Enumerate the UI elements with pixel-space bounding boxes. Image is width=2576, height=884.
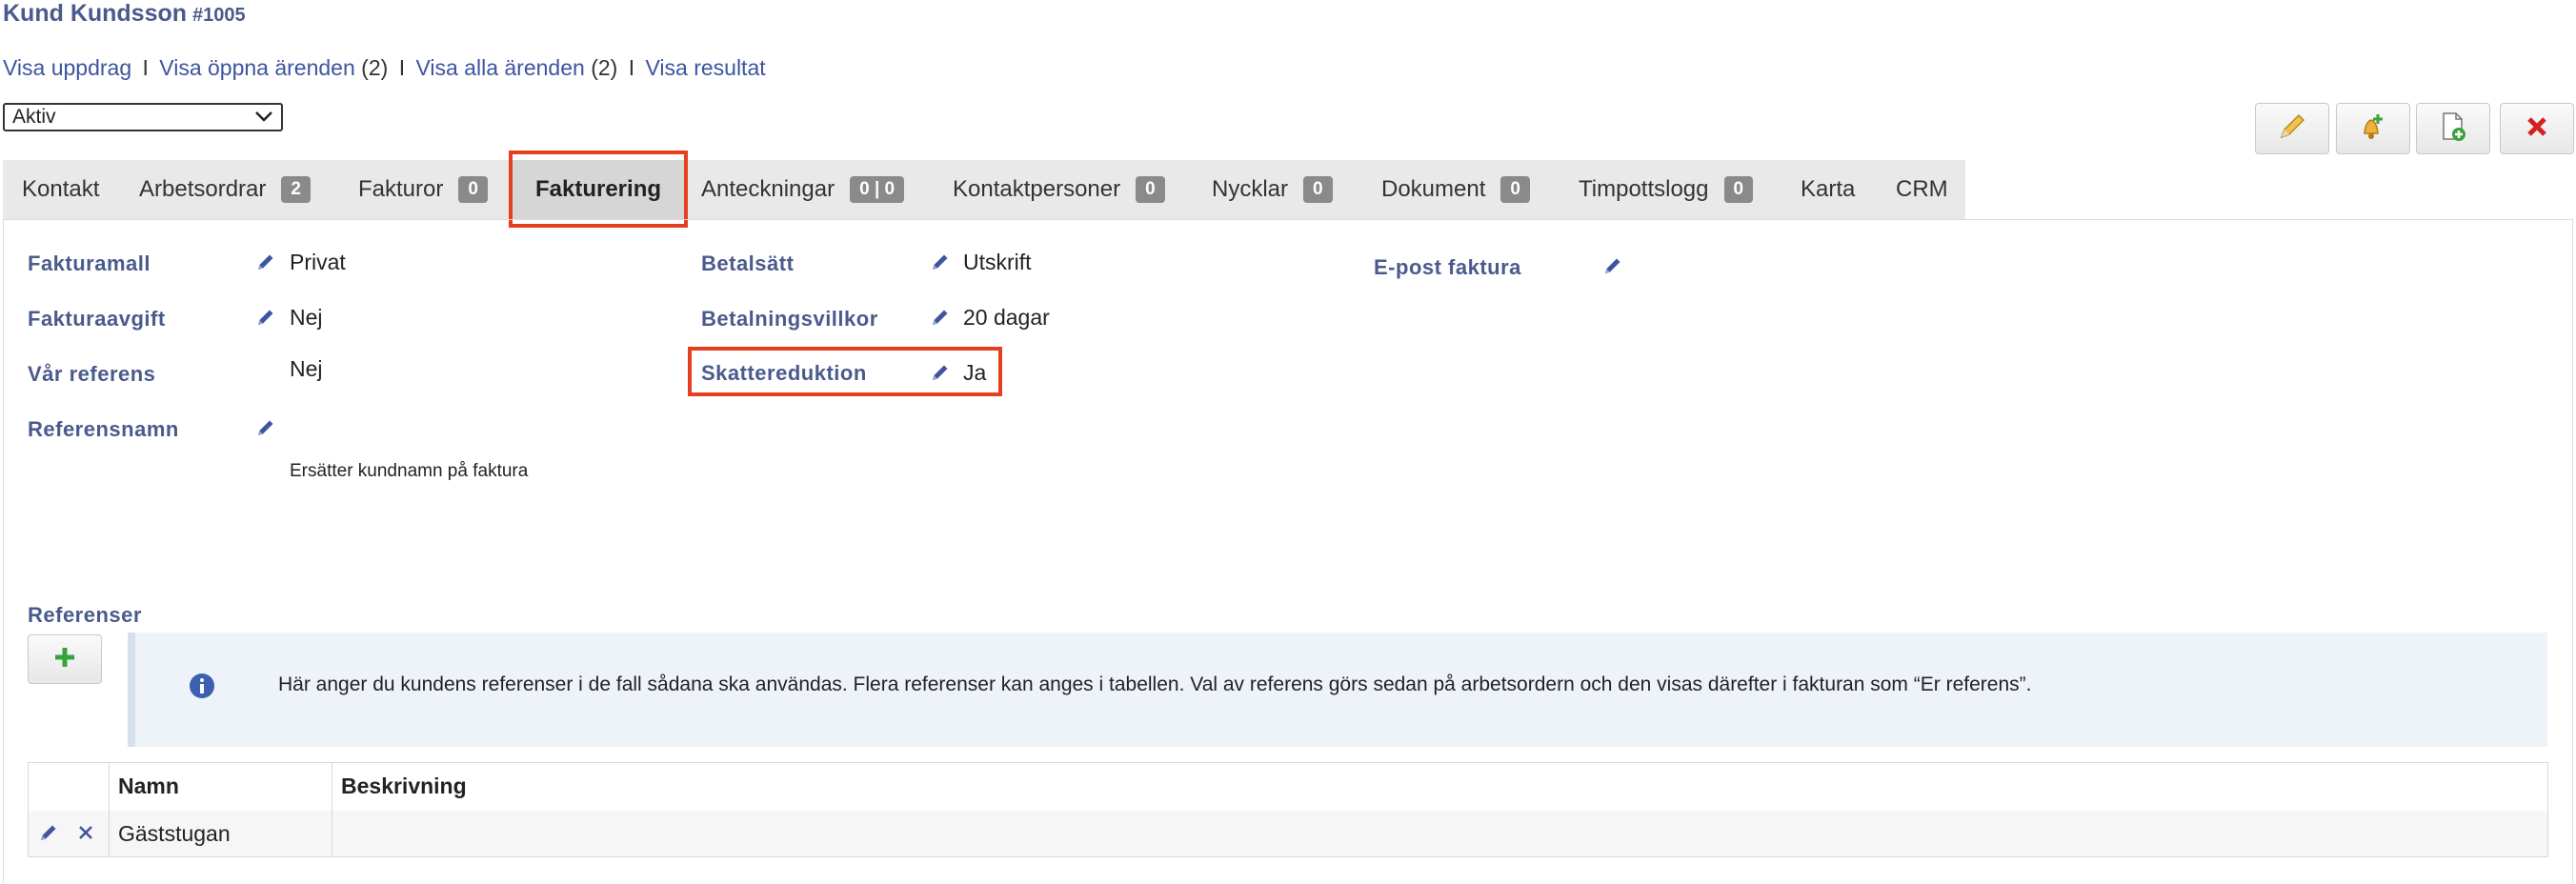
tab-label: Kontaktpersoner [953, 176, 1121, 202]
tab-crm[interactable]: CRM [1896, 160, 1948, 219]
plus-icon [53, 646, 76, 673]
skattereduktion-highlight [688, 347, 1002, 396]
count-badge: 2 [281, 176, 311, 203]
value-fakturamall: Privat [290, 250, 346, 274]
tab-fakturor[interactable]: Fakturor 0 [358, 160, 488, 219]
tab-nycklar[interactable]: Nycklar 0 [1212, 160, 1333, 219]
tab-label: Kontakt [22, 176, 100, 202]
link-visa-alla-arenden[interactable]: Visa alla ärenden [415, 55, 584, 80]
delete-row-icon[interactable] [77, 824, 94, 846]
page-title: Kund Kundsson #1005 [3, 0, 246, 28]
pencil-icon[interactable] [255, 251, 276, 277]
link-separator: I [142, 55, 149, 80]
tab-anteckningar[interactable]: Anteckningar 0 | 0 [701, 160, 905, 219]
oppna-count: (2) [361, 55, 389, 80]
referensnamn-hint: Ersätter kundnamn på faktura [290, 461, 529, 481]
pencil-icon[interactable] [930, 307, 951, 332]
pencil-icon[interactable] [255, 417, 276, 443]
column-header-beskrivning[interactable]: Beskrivning [341, 774, 467, 799]
column-divider [109, 763, 110, 811]
cell-namn: Gäststugan [118, 821, 231, 846]
document-add-icon [2437, 110, 2469, 148]
count-badge: 0 [1500, 176, 1530, 203]
count-badge: 0 [458, 176, 488, 203]
label-epost-faktura: E-post faktura [1374, 255, 1521, 279]
column-header-namn[interactable]: Namn [118, 774, 179, 799]
tab-timpottslogg[interactable]: Timpottslogg 0 [1579, 160, 1754, 219]
count-badge: 0 [1303, 176, 1333, 203]
tab-kontakt[interactable]: Kontakt [22, 160, 99, 219]
link-separator: I [628, 55, 635, 80]
label-fakturamall: Fakturamall [28, 251, 151, 275]
label-betalningsvillkor: Betalningsvillkor [701, 307, 878, 331]
bell-add-icon [2357, 110, 2389, 148]
tab-label: Nycklar [1212, 176, 1289, 202]
status-select[interactable]: Aktiv [3, 103, 283, 131]
chevron-down-icon [254, 108, 273, 128]
link-visa-resultat[interactable]: Visa resultat [645, 55, 765, 80]
close-icon [2525, 114, 2549, 144]
tab-label: Dokument [1381, 176, 1486, 202]
tab-kontaktpersoner[interactable]: Kontaktpersoner 0 [953, 160, 1165, 219]
value-var-referens: Nej [290, 356, 323, 381]
info-icon [189, 673, 215, 704]
new-document-button[interactable] [2416, 103, 2490, 154]
pencil-icon[interactable] [930, 251, 951, 277]
edit-button[interactable] [2255, 103, 2329, 154]
label-referensnamn: Referensnamn [28, 417, 179, 441]
tab-label: Anteckningar [701, 176, 835, 202]
count-badge: 0 [1723, 176, 1754, 203]
active-tab-highlight [509, 151, 688, 228]
tab-label: Timpottslogg [1579, 176, 1709, 202]
value-fakturaavgift: Nej [290, 305, 323, 330]
label-var-referens: Vår referens [28, 362, 156, 386]
pencil-icon[interactable] [38, 822, 59, 848]
count-badge: 0 | 0 [850, 176, 905, 203]
notify-button[interactable] [2336, 103, 2410, 154]
link-visa-uppdrag[interactable]: Visa uppdrag [3, 55, 131, 80]
value-betalsatt: Utskrift [963, 250, 1032, 274]
link-separator: I [398, 55, 406, 80]
add-reference-button[interactable] [28, 634, 102, 684]
pencil-icon[interactable] [1602, 255, 1623, 281]
tab-label: CRM [1896, 176, 1948, 202]
references-heading: Referenser [28, 603, 142, 627]
customer-links: Visa uppdrag I Visa öppna ärenden (2) I … [3, 55, 766, 81]
tab-bar: Kontakt Arbetsordrar 2 Fakturor 0 Faktur… [3, 160, 1965, 219]
delete-button[interactable] [2500, 103, 2574, 154]
status-select-value: Aktiv [12, 106, 56, 128]
references-info-text: Här anger du kundens referenser i de fal… [278, 673, 2032, 695]
tab-karta[interactable]: Karta [1801, 160, 1855, 219]
tab-arbetsordrar[interactable]: Arbetsordrar 2 [139, 160, 311, 219]
tab-label: Fakturor [358, 176, 444, 202]
pencil-icon [2276, 110, 2308, 148]
table-row: Gäststugan [29, 811, 2547, 856]
references-info-box: Här anger du kundens referenser i de fal… [128, 633, 2547, 747]
table-header-row: Namn Beskrivning [29, 763, 2547, 812]
label-fakturaavgift: Fakturaavgift [28, 307, 166, 331]
references-table: Namn Beskrivning Gäststugan [28, 762, 2548, 857]
label-betalsatt: Betalsätt [701, 251, 795, 275]
pencil-icon[interactable] [255, 307, 276, 332]
tab-dokument[interactable]: Dokument 0 [1381, 160, 1530, 219]
tab-label: Arbetsordrar [139, 176, 267, 202]
link-visa-oppna-arenden[interactable]: Visa öppna ärenden [159, 55, 354, 80]
customer-id: #1005 [192, 5, 246, 26]
alla-count: (2) [591, 55, 618, 80]
count-badge: 0 [1136, 176, 1165, 203]
value-betalningsvillkor: 20 dagar [963, 305, 1050, 330]
tab-label: Karta [1801, 176, 1856, 202]
column-divider [109, 811, 110, 856]
customer-name: Kund Kundsson [3, 0, 188, 27]
